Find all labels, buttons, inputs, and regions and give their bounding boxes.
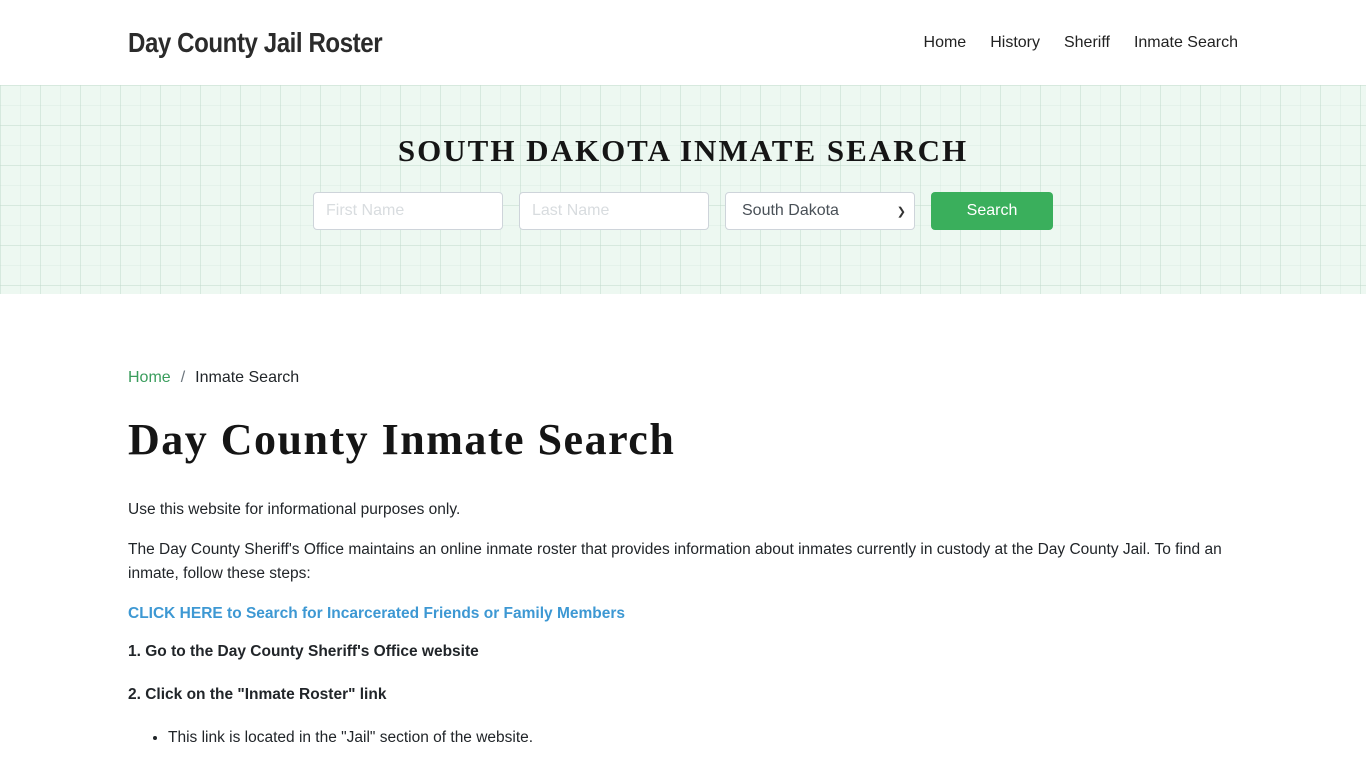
last-name-input[interactable] <box>519 192 709 230</box>
state-select[interactable]: South Dakota ❯ <box>725 192 915 230</box>
main-content: Home / Inmate Search Day County Inmate S… <box>0 369 1366 750</box>
nav-home[interactable]: Home <box>924 34 967 52</box>
site-brand-link[interactable]: Day County Jail Roster <box>128 27 383 59</box>
page-title: Day County Inmate Search <box>128 415 676 464</box>
chevron-down-icon: ❯ <box>896 205 906 218</box>
disclaimer-paragraph: Use this website for informational purpo… <box>128 501 461 518</box>
search-button[interactable]: Search <box>931 192 1053 230</box>
step-2: 2. Click on the "Inmate Roster" link <box>128 686 387 703</box>
intro-paragraph: The Day County Sheriff's Office maintain… <box>128 541 1222 582</box>
hero-search-banner: SOUTH DAKOTA INMATE SEARCH South Dakota … <box>0 85 1366 294</box>
search-cta-link[interactable]: CLICK HERE to Search for Incarcerated Fr… <box>128 602 1238 626</box>
state-select-value: South Dakota <box>742 202 839 219</box>
breadcrumb: Home / Inmate Search <box>128 369 1238 387</box>
nav-inmate-search[interactable]: Inmate Search <box>1134 34 1238 52</box>
article-body: Use this website for informational purpo… <box>128 498 1238 750</box>
breadcrumb-current: Inmate Search <box>195 369 300 386</box>
breadcrumb-home-link[interactable]: Home <box>128 369 171 387</box>
list-item: This link is located in the "Jail" secti… <box>168 726 1238 750</box>
step-2-bullets: This link is located in the "Jail" secti… <box>168 726 1238 750</box>
nav-sheriff[interactable]: Sheriff <box>1064 34 1110 52</box>
step-1: 1. Go to the Day County Sheriff's Office… <box>128 643 479 660</box>
nav-history[interactable]: History <box>990 34 1040 52</box>
main-nav: Home History Sheriff Inmate Search <box>900 34 1238 52</box>
breadcrumb-separator: / <box>180 369 186 386</box>
first-name-input[interactable] <box>313 192 503 230</box>
inmate-search-form: South Dakota ❯ Search <box>313 192 1053 230</box>
hero-title: SOUTH DAKOTA INMATE SEARCH <box>397 133 969 168</box>
site-header: Day County Jail Roster Home History Sher… <box>0 0 1366 85</box>
